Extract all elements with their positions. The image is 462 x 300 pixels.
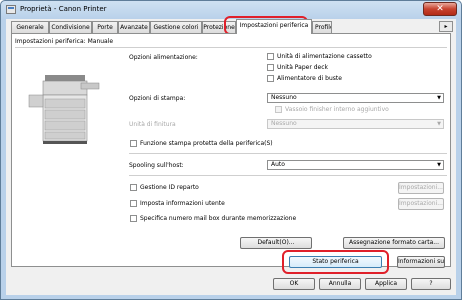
envelope-feeder-checkbox[interactable] [267, 75, 274, 82]
paper-deck-checkbox[interactable] [267, 64, 274, 71]
chevron-down-icon: ▼ [437, 162, 441, 168]
settings-heading: Impostazioni periferica: Manuale [15, 38, 114, 45]
spooling-value: Auto [271, 161, 285, 168]
divider [15, 47, 447, 48]
tab-condivisione[interactable]: Condivisione [49, 21, 92, 33]
output-options-value: Nessuno [271, 94, 297, 101]
device-settings-panel: Impostazioni periferica: Manuale Opzioni… [11, 33, 451, 274]
printer-icon [6, 5, 16, 14]
apply-button[interactable]: Applica [365, 278, 407, 290]
user-info-checkbox[interactable] [130, 200, 137, 207]
tab-porte[interactable]: Porte [92, 21, 118, 33]
mailbox-label: Specifica numero mail box durante memori… [140, 215, 297, 222]
chevron-down-icon: ▼ [437, 95, 441, 101]
cassette-unit-label: Unità di alimentazione cassetto [277, 53, 372, 60]
paper-deck-label: Unità Paper deck [277, 64, 328, 71]
printer-image [15, 49, 127, 153]
ok-button[interactable]: OK [273, 278, 315, 290]
tab-avanzate[interactable]: Avanzate [118, 21, 150, 33]
divider [129, 175, 447, 176]
status-button-highlight [282, 250, 389, 274]
divider [129, 153, 447, 154]
chevron-down-icon: ▼ [437, 121, 441, 127]
copier-illustration [28, 75, 100, 144]
finisher-tray-checkbox [275, 106, 282, 113]
about-button[interactable]: Informazioni su [397, 256, 445, 268]
finisher-select: Nessuno ▼ [267, 119, 444, 129]
dept-id-settings-button: Impostazioni... [398, 182, 444, 194]
paper-size-assignment-button[interactable]: Assegnazione formato carta... [343, 237, 445, 249]
finisher-value: Nessuno [271, 120, 297, 127]
defaults-button[interactable]: Default(O)... [240, 237, 312, 249]
dept-id-label: Gestione ID reparto [140, 184, 199, 191]
output-options-select[interactable]: Nessuno ▼ [267, 93, 444, 103]
tab-impostazioni-periferica[interactable]: Impostazioni periferica [236, 19, 312, 34]
secure-print-label: Funzione stampa protetta della periferic… [140, 140, 273, 147]
output-options-label: Opzioni di stampa: [129, 95, 186, 102]
cassette-unit-checkbox[interactable] [267, 53, 274, 60]
envelope-feeder-label: Alimentatore di buste [277, 75, 342, 82]
secure-print-checkbox[interactable] [130, 140, 137, 147]
spooling-select[interactable]: Auto ▼ [267, 160, 444, 170]
finisher-tray-label: Vassoio finisher interno aggiuntivo [285, 106, 389, 113]
paper-source-label: Opzioni alimentazione: [129, 54, 198, 61]
cancel-button[interactable]: Annulla [319, 278, 361, 290]
user-info-label: Imposta informazioni utente [140, 200, 225, 207]
tab-generale[interactable]: Generale [11, 21, 49, 33]
finisher-label: Unità di finitura [129, 121, 176, 128]
tab-scroll-icon[interactable]: ▸ [439, 21, 453, 32]
dialog-client: Generale Condivisione Porte Avanzate Ges… [6, 16, 456, 295]
spooling-label: Spooling sull'host: [129, 162, 184, 169]
mailbox-checkbox[interactable] [130, 215, 137, 222]
dept-id-checkbox[interactable] [130, 184, 137, 191]
window-title: Proprietà - Canon Printer [20, 5, 107, 13]
close-button[interactable]: ✕ [423, 2, 457, 16]
tab-profilo[interactable]: Profilo [312, 21, 332, 33]
tab-gestione-colori[interactable]: Gestione colori [150, 21, 202, 33]
user-info-settings-button: Impostazioni... [398, 198, 444, 210]
properties-window: Proprietà - Canon Printer ✕ Generale Con… [0, 0, 462, 300]
help-button[interactable]: ? [411, 278, 451, 290]
